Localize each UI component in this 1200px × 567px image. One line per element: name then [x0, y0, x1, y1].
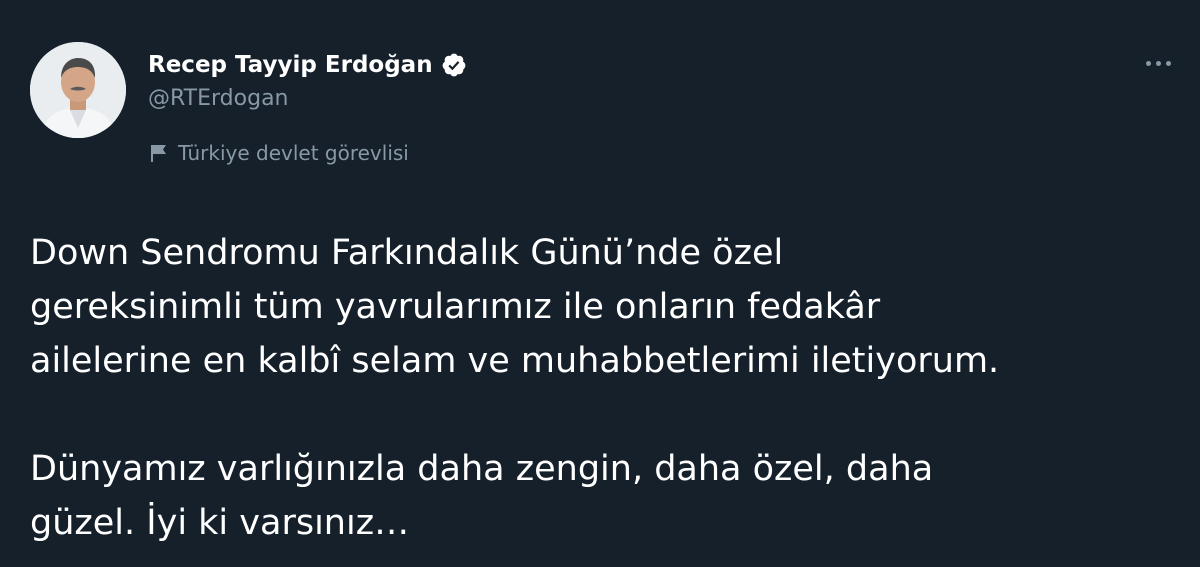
flag-icon [148, 142, 170, 164]
tweet-text: Down Sendromu Farkındalık Günü’nde özel … [30, 226, 1190, 550]
author-handle[interactable]: @RTErdogan [148, 86, 289, 111]
more-dot [1155, 60, 1161, 66]
government-label[interactable]: Türkiye devlet görevlisi [148, 139, 409, 167]
display-name-text: Recep Tayyip Erdoğan [148, 52, 433, 78]
verified-badge-icon [441, 52, 467, 78]
more-dot [1165, 60, 1171, 66]
tweet-line: Down Sendromu Farkındalık Günü’nde özel [30, 233, 784, 273]
tweet-card: Recep Tayyip Erdoğan @RTErdogan Türkiye … [0, 0, 1200, 567]
more-icon[interactable] [1136, 48, 1180, 78]
avatar[interactable] [30, 42, 126, 138]
tweet-line: güzel. İyi ki varsınız… [30, 503, 410, 543]
government-label-text: Türkiye devlet görevlisi [178, 141, 409, 165]
profile-photo-icon [30, 42, 126, 138]
tweet-line: Dünyamız varlığınızla daha zengin, daha … [30, 449, 934, 489]
author-display-name[interactable]: Recep Tayyip Erdoğan [148, 48, 467, 82]
more-dot [1145, 60, 1151, 66]
tweet-line: gereksinimli tüm yavrularımız ile onları… [30, 287, 881, 327]
tweet-line: ailelerine en kalbî selam ve muhabbetler… [30, 341, 1000, 381]
